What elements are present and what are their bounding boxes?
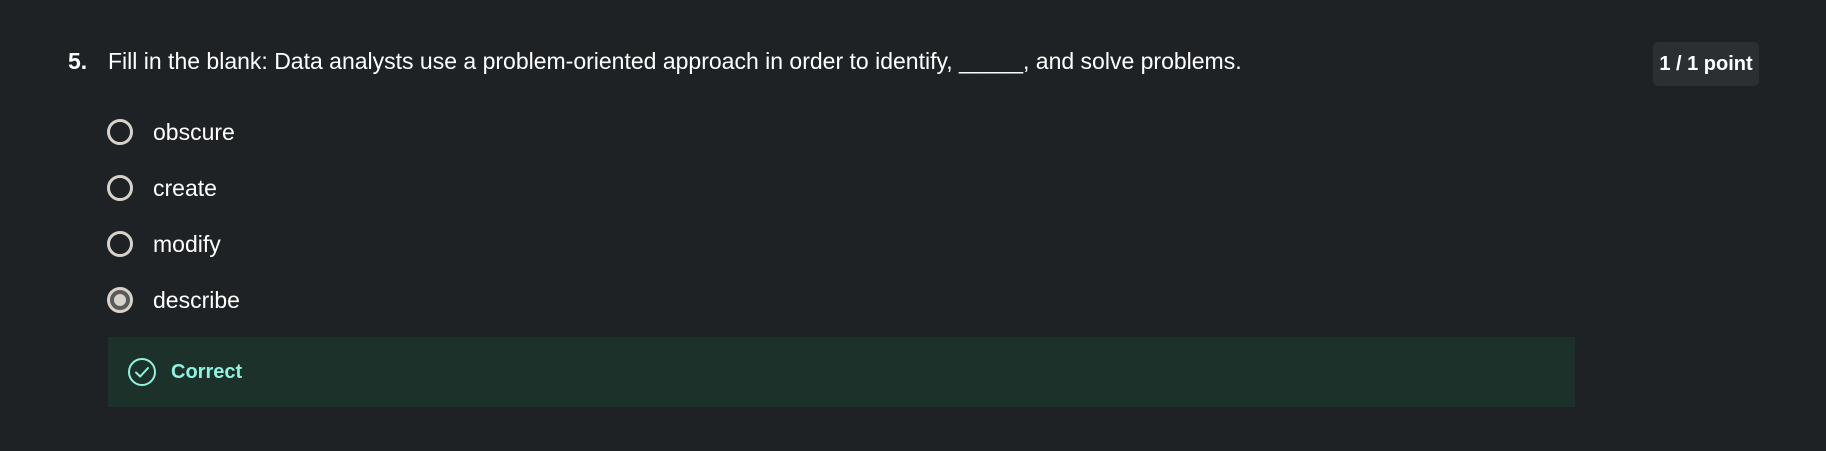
option-label: modify xyxy=(153,231,221,257)
radio-button[interactable] xyxy=(107,231,133,257)
radio-button-selected[interactable] xyxy=(107,287,133,313)
question-text: Fill in the blank: Data analysts use a p… xyxy=(108,48,1242,74)
option-label: describe xyxy=(153,287,240,313)
feedback-correct: Correct xyxy=(108,337,1575,407)
question-number: 5. xyxy=(68,48,88,74)
option-modify[interactable]: modify xyxy=(107,224,240,264)
option-label: obscure xyxy=(153,119,235,145)
check-circle-icon xyxy=(128,358,156,386)
option-label: create xyxy=(153,175,217,201)
option-obscure[interactable]: obscure xyxy=(107,112,240,152)
option-create[interactable]: create xyxy=(107,168,240,208)
quiz-question: 5. Fill in the blank: Data analysts use … xyxy=(0,0,1826,451)
radio-button[interactable] xyxy=(107,175,133,201)
answer-options: obscure create modify describe xyxy=(107,112,240,336)
feedback-text: Correct xyxy=(171,360,243,383)
radio-button[interactable] xyxy=(107,119,133,145)
option-describe[interactable]: describe xyxy=(107,280,240,320)
score-badge: 1 / 1 point xyxy=(1653,42,1759,86)
